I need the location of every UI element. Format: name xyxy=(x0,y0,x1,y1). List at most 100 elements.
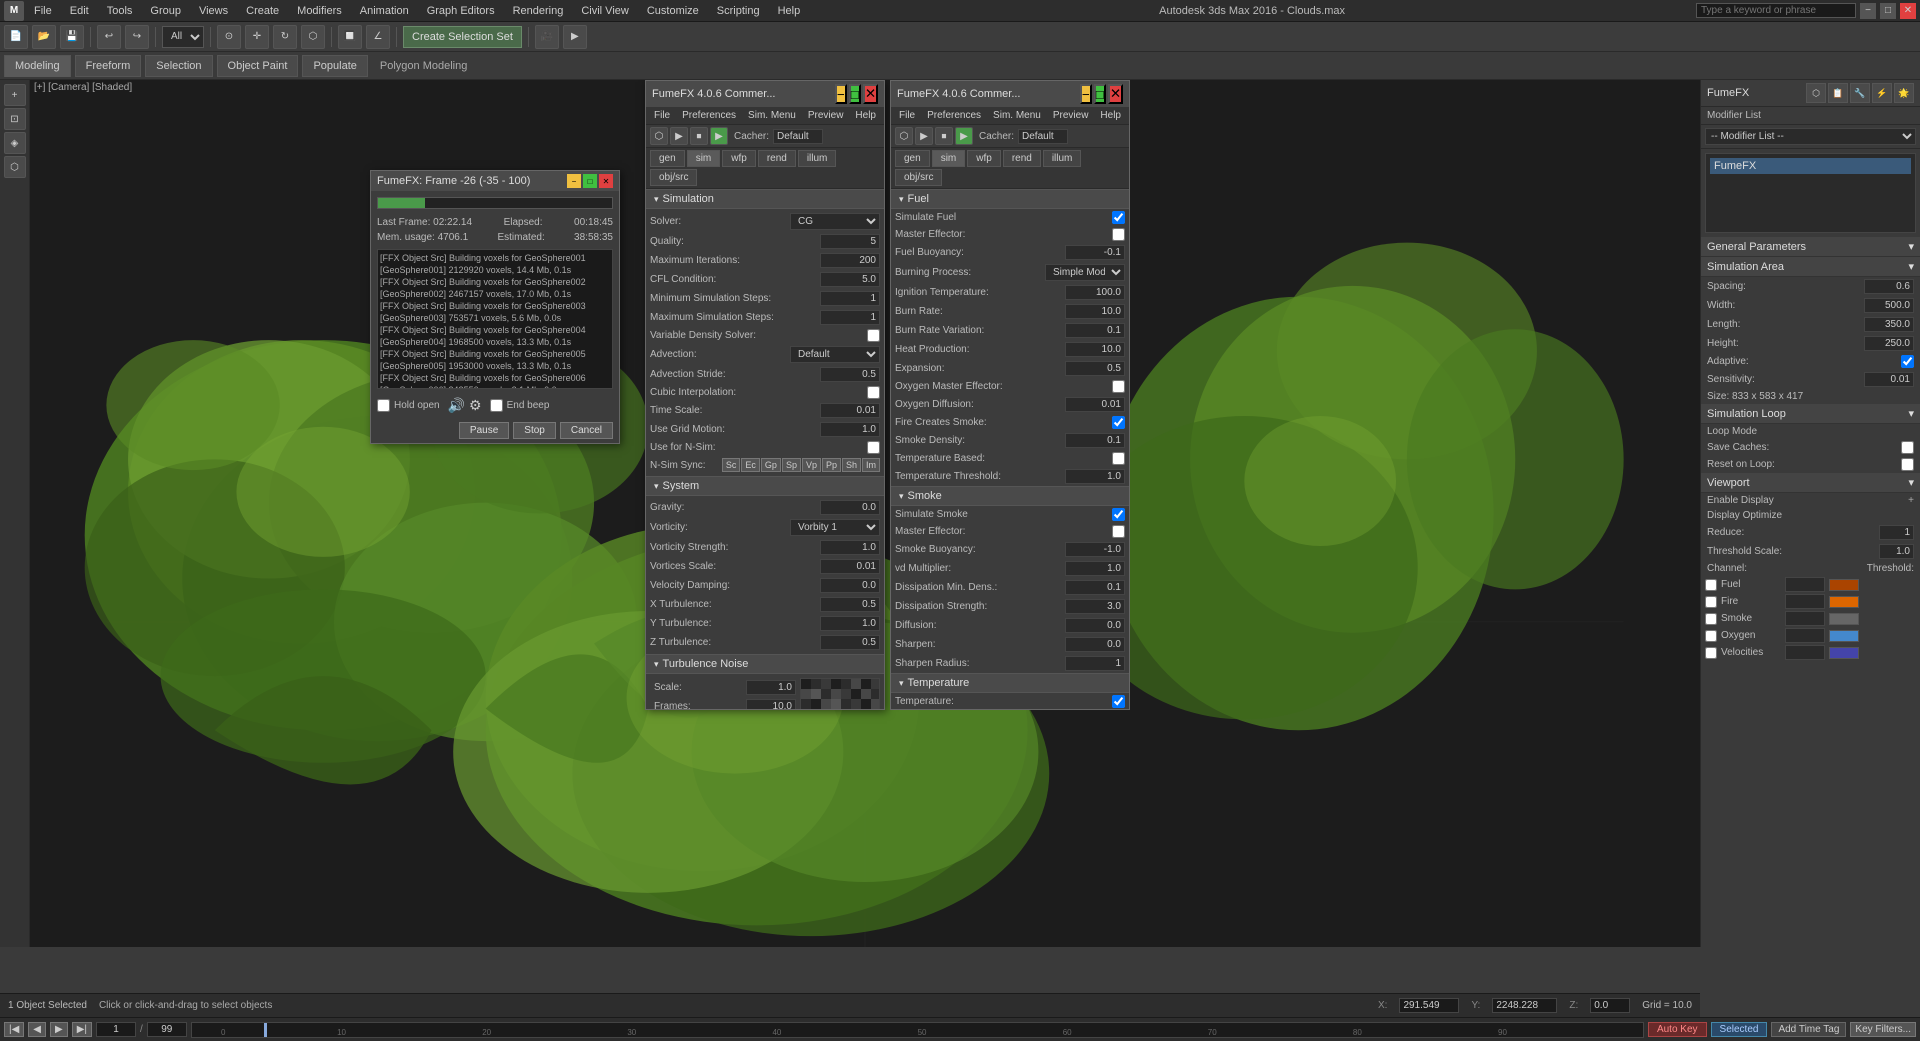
fumefx-left-minimize[interactable]: − xyxy=(835,84,847,104)
tab-selection[interactable]: Selection xyxy=(145,55,212,77)
threshold-scale-input[interactable] xyxy=(1879,544,1914,559)
stop-button[interactable]: Stop xyxy=(513,422,556,439)
ffx-icon-1[interactable]: ⬡ xyxy=(650,127,668,145)
ffx-menu-sim[interactable]: Sim. Menu xyxy=(744,109,800,122)
tab-object-paint[interactable]: Object Paint xyxy=(217,55,299,77)
viewport-section-header[interactable]: Viewport ▾ xyxy=(1701,473,1920,493)
tab-gen[interactable]: gen xyxy=(650,150,685,167)
close-button[interactable]: ✕ xyxy=(1900,3,1916,19)
create-selection-button[interactable]: Create Selection Set xyxy=(403,26,522,48)
y-coord-input[interactable] xyxy=(1492,998,1557,1013)
nsim-check[interactable] xyxy=(867,441,880,454)
turb-noise-header[interactable]: Turbulence Noise xyxy=(646,654,884,674)
diffusion-input[interactable] xyxy=(1065,618,1125,633)
smoke-master-check[interactable] xyxy=(1112,525,1125,538)
menu-item-scripting[interactable]: Scripting xyxy=(709,3,768,19)
fumefx-frame-maximize[interactable]: □ xyxy=(583,174,597,188)
gravity-input[interactable] xyxy=(820,500,880,515)
velocities-channel-val[interactable] xyxy=(1785,645,1825,660)
angle-snap-btn[interactable]: ∠ xyxy=(366,25,390,49)
menu-item-animation[interactable]: Animation xyxy=(352,3,417,19)
select-btn[interactable]: ⊙ xyxy=(217,25,241,49)
redo-btn[interactable]: ↪ xyxy=(125,25,149,49)
sensitivity-input[interactable] xyxy=(1864,372,1914,387)
temp-master-check[interactable] xyxy=(1112,695,1125,708)
menu-item-edit[interactable]: Edit xyxy=(62,3,97,19)
fumefx-right-maximize[interactable]: □ xyxy=(1094,84,1106,104)
maxiter-input[interactable] xyxy=(820,253,880,268)
restore-button[interactable]: □ xyxy=(1880,3,1896,19)
nsim-btn-vp[interactable]: Vp xyxy=(802,458,821,472)
fumefx-right-content[interactable]: Fuel Simulate Fuel Master Effector: Fuel… xyxy=(891,189,1129,710)
fire-smoke-check[interactable] xyxy=(1112,416,1125,429)
master-eff-check[interactable] xyxy=(1112,228,1125,241)
left-btn-1[interactable]: + xyxy=(4,84,26,106)
advection-dropdown[interactable]: Default xyxy=(790,346,880,363)
ffx-menu-help[interactable]: Help xyxy=(851,109,880,122)
vort-scale-input[interactable] xyxy=(820,559,880,574)
temp-thresh-input[interactable] xyxy=(1065,469,1125,484)
vel-damp-input[interactable] xyxy=(820,578,880,593)
menu-item-customize[interactable]: Customize xyxy=(639,3,707,19)
ffxr-tab-gen[interactable]: gen xyxy=(895,150,930,167)
render-btn[interactable]: 🎥 xyxy=(535,25,559,49)
next-frame-btn[interactable]: ▶| xyxy=(72,1022,92,1037)
vorticity-dropdown[interactable]: Vorbity 1 xyxy=(790,519,880,536)
cfl-input[interactable] xyxy=(820,272,880,287)
menu-item-help[interactable]: Help xyxy=(770,3,809,19)
vardens-check[interactable] xyxy=(867,329,880,342)
tab-populate[interactable]: Populate xyxy=(302,55,367,77)
sharpen-input[interactable] xyxy=(1065,637,1125,652)
ffxr-icon-play[interactable]: ▶ xyxy=(955,127,973,145)
render-frame-btn[interactable]: ▶ xyxy=(563,25,587,49)
rp-icon-4[interactable]: ⚡ xyxy=(1872,83,1892,103)
smoke-channel-check[interactable] xyxy=(1705,613,1717,625)
tab-freeform[interactable]: Freeform xyxy=(75,55,142,77)
play-btn[interactable]: ▶ xyxy=(50,1022,68,1037)
search-input[interactable] xyxy=(1696,3,1856,18)
tab-wfp[interactable]: wfp xyxy=(722,150,756,167)
ffxr-icon-2[interactable]: ▶ xyxy=(915,127,933,145)
adv-stride-input[interactable] xyxy=(820,367,880,382)
fumefx-frame-close[interactable]: ✕ xyxy=(599,174,613,188)
oxygen-channel-val[interactable] xyxy=(1785,628,1825,643)
rp-icon-1[interactable]: ⬡ xyxy=(1806,83,1826,103)
move-btn[interactable]: ✛ xyxy=(245,25,269,49)
tab-sim[interactable]: sim xyxy=(687,150,721,167)
simulation-section-header[interactable]: Simulation xyxy=(646,189,884,209)
sim-smoke-check[interactable] xyxy=(1112,508,1125,521)
menu-item-graph[interactable]: Graph Editors xyxy=(419,3,503,19)
log-area[interactable]: [FFX Object Src] Building voxels for Geo… xyxy=(377,249,613,389)
ignition-input[interactable] xyxy=(1065,285,1125,300)
rp-icon-3[interactable]: 🔧 xyxy=(1850,83,1870,103)
sim-area-header[interactable]: Simulation Area ▾ xyxy=(1701,257,1920,277)
ffx-icon-3[interactable]: ⏹ xyxy=(690,127,708,145)
fumefx-left-close[interactable]: ✕ xyxy=(863,84,878,104)
burn-rate-input[interactable] xyxy=(1065,304,1125,319)
smoke-dens-input[interactable] xyxy=(1065,433,1125,448)
menu-item-create[interactable]: Create xyxy=(238,3,287,19)
ffxr-menu-prefs[interactable]: Preferences xyxy=(923,109,985,122)
scale-btn[interactable]: ⬡ xyxy=(301,25,325,49)
diss-min-input[interactable] xyxy=(1065,580,1125,595)
modifier-dropdown[interactable]: -- Modifier List -- xyxy=(1705,128,1916,145)
menu-item-civilview[interactable]: Civil View xyxy=(573,3,636,19)
snap-btn[interactable]: 🔲 xyxy=(338,25,362,49)
save-btn[interactable]: 💾 xyxy=(60,25,84,49)
smoke-buoy-input[interactable] xyxy=(1065,542,1125,557)
ffxr-icon-1[interactable]: ⬡ xyxy=(895,127,913,145)
reset-loop-check[interactable] xyxy=(1901,458,1914,471)
menu-item-group[interactable]: Group xyxy=(142,3,189,19)
z-coord-input[interactable] xyxy=(1590,998,1630,1013)
scale-input[interactable] xyxy=(746,680,796,695)
spacing-input[interactable] xyxy=(1864,279,1914,294)
menu-item-modifiers[interactable]: Modifiers xyxy=(289,3,350,19)
expansion-input[interactable] xyxy=(1065,361,1125,376)
gridmotion-input[interactable] xyxy=(820,422,880,437)
velocities-channel-check[interactable] xyxy=(1705,647,1717,659)
modifier-list[interactable]: FumeFX xyxy=(1705,153,1916,233)
sim-fuel-check[interactable] xyxy=(1112,211,1125,224)
left-btn-3[interactable]: ◈ xyxy=(4,132,26,154)
fire-channel-check[interactable] xyxy=(1705,596,1717,608)
left-btn-4[interactable]: ⬡ xyxy=(4,156,26,178)
